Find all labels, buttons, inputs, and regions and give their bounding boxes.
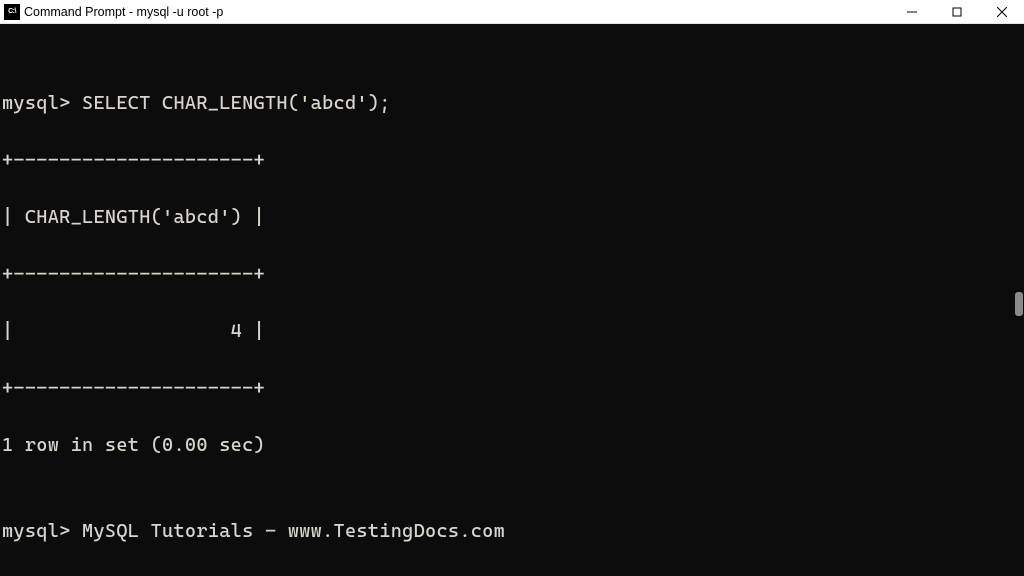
maximize-button[interactable]: [934, 0, 979, 24]
close-icon: [997, 7, 1007, 17]
terminal-line: 1 row in set (0.00 sec): [2, 431, 1022, 460]
cmd-icon: C:\: [4, 4, 20, 20]
scrollbar-thumb[interactable]: [1015, 292, 1023, 316]
terminal-line: +---------------------+: [2, 146, 1022, 175]
terminal-line: | 4 |: [2, 317, 1022, 346]
titlebar[interactable]: C:\ Command Prompt - mysql -u root -p: [0, 0, 1024, 24]
prompt: mysql>: [2, 520, 82, 542]
terminal-line: +---------------------+: [2, 260, 1022, 289]
terminal-line: | CHAR_LENGTH('abcd') |: [2, 203, 1022, 232]
terminal-line: mysql> MySQL Tutorials - www.TestingDocs…: [2, 517, 1022, 546]
terminal-line: mysql> SELECT CHAR_LENGTH('abcd');: [2, 89, 1022, 118]
maximize-icon: [952, 7, 962, 17]
close-button[interactable]: [979, 0, 1024, 24]
sql-command: SELECT CHAR_LENGTH('abcd');: [82, 92, 391, 114]
prompt: mysql>: [2, 92, 82, 114]
command-prompt-window: C:\ Command Prompt - mysql -u root -p my…: [0, 0, 1024, 576]
terminal-line: +---------------------+: [2, 374, 1022, 403]
scrollbar-track[interactable]: [1010, 24, 1024, 576]
terminal-text: MySQL Tutorials - www.TestingDocs.com: [82, 520, 505, 542]
minimize-icon: [907, 7, 917, 17]
window-controls: [889, 0, 1024, 23]
terminal-area[interactable]: mysql> SELECT CHAR_LENGTH('abcd'); +----…: [0, 24, 1024, 576]
minimize-button[interactable]: [889, 0, 934, 24]
window-title: Command Prompt - mysql -u root -p: [24, 5, 223, 19]
